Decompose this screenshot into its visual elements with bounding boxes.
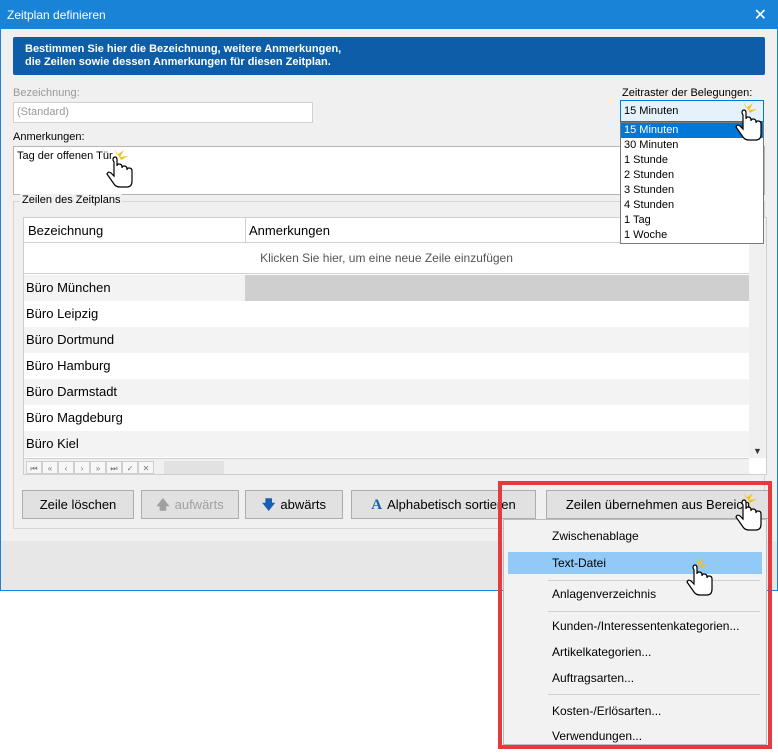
dropdown-option[interactable]: 3 Stunden (621, 183, 763, 198)
menu-item-artikelkategorien[interactable]: Artikelkategorien... (508, 641, 762, 663)
row-bezeichnung: Büro München (26, 280, 111, 295)
table-row[interactable]: Büro Kiel (24, 431, 749, 457)
menu-item-label: Artikelkategorien... (552, 645, 652, 659)
menu-item-label: Auftragsarten... (552, 671, 635, 685)
nav-next-page-icon[interactable]: » (90, 461, 106, 474)
menu-item-anlagenverzeichnis[interactable]: Anlagenverzeichnis (508, 583, 762, 605)
hand-cursor-icon (735, 101, 762, 141)
zeilen-grid: Bezeichnung Anmerkungen Klicken Sie hier… (23, 217, 767, 475)
bezeichnung-value: (Standard) (17, 106, 69, 118)
row-bezeichnung: Büro Kiel (26, 436, 79, 451)
new-row-placeholder[interactable]: Klicken Sie hier, um eine neue Zeile ein… (24, 243, 749, 274)
banner-line-1: Bestimmen Sie hier die Bezeichnung, weit… (25, 43, 342, 55)
zeilen-group-title: Zeilen des Zeitplans (20, 194, 123, 206)
dropdown-option[interactable]: 1 Woche (621, 228, 763, 243)
nav-prev-icon[interactable]: ‹ (58, 461, 74, 474)
close-icon[interactable]: ✕ (754, 5, 767, 25)
menu-separator (548, 580, 760, 581)
row-bezeichnung: Büro Leipzig (26, 306, 99, 321)
menu-item-kosten-erloesarten[interactable]: Kosten-/Erlösarten... (508, 700, 762, 722)
move-down-button[interactable]: 🡇 abwärts (245, 490, 343, 519)
menu-item-label: Text-Datei (552, 556, 607, 570)
menu-separator (548, 611, 760, 612)
arrow-up-icon: 🡅 (156, 497, 170, 512)
move-up-button[interactable]: 🡅 aufwärts (141, 490, 239, 519)
move-down-label: abwärts (280, 497, 326, 512)
menu-item-label: Kunden-/Interessentenkategorien... (552, 619, 740, 633)
column-divider[interactable] (245, 218, 246, 242)
title-bar: Zeitplan definieren ✕ (1, 1, 777, 29)
nav-first-icon[interactable]: ⏮ (26, 461, 42, 474)
dropdown-option[interactable]: 1 Tag (621, 213, 763, 228)
menu-item-label: Kosten-/Erlösarten... (552, 704, 662, 718)
menu-item-auftragsarten[interactable]: Auftragsarten... (508, 667, 762, 689)
dropdown-option[interactable]: 2 Stunden (621, 168, 763, 183)
row-bezeichnung: Büro Dortmund (26, 332, 115, 347)
grid-navigator: ⏮ « ‹ › » ⏭ ✓ ✕ (24, 458, 749, 474)
menu-item-label: Verwendungen... (552, 729, 643, 743)
row-bezeichnung: Büro Darmstadt (26, 384, 118, 399)
anmerkungen-label: Anmerkungen: (13, 131, 85, 143)
dropdown-option[interactable]: 1 Stunde (621, 153, 763, 168)
table-row[interactable]: Büro Leipzig (24, 301, 749, 327)
move-up-label: aufwärts (174, 497, 224, 512)
grid-vertical-scrollbar[interactable]: ▼ (749, 218, 766, 458)
column-header-anmerkungen[interactable]: Anmerkungen (249, 223, 330, 238)
nav-next-icon[interactable]: › (74, 461, 90, 474)
column-header-bezeichnung[interactable]: Bezeichnung (28, 223, 103, 238)
nav-cancel-icon[interactable]: ✕ (138, 461, 154, 474)
table-row[interactable]: Büro München (24, 275, 749, 301)
letter-a-icon: A (371, 497, 383, 513)
arrow-down-icon: 🡇 (262, 497, 276, 512)
menu-separator (548, 694, 760, 695)
menu-item-kundenkategorien[interactable]: Kunden-/Interessentenkategorien... (508, 615, 762, 637)
anmerkungen-value: Tag der offenen Tür (17, 150, 113, 162)
menu-item-text-datei[interactable]: Text-Datei (508, 552, 762, 574)
import-context-menu: Zwischenablage Text-Datei Anlagenverzeic… (503, 519, 767, 745)
hand-cursor-icon (686, 556, 713, 596)
menu-item-zwischenablage[interactable]: Zwischenablage (508, 525, 762, 547)
sort-label: Alphabetisch sortieren (387, 497, 516, 512)
bezeichnung-input: (Standard) (13, 102, 313, 123)
table-row[interactable]: Büro Darmstadt (24, 379, 749, 405)
menu-item-label: Zwischenablage (552, 529, 639, 543)
row-anmerkung-cell-selected[interactable] (245, 275, 749, 301)
menu-item-verwendungen[interactable]: Verwendungen... (508, 725, 762, 747)
delete-row-label: Zeile löschen (39, 497, 117, 512)
banner-line-2: die Zeilen sowie dessen Anmerkungen für … (25, 56, 331, 68)
window-title: Zeitplan definieren (7, 8, 106, 22)
table-row[interactable]: Büro Hamburg (24, 353, 749, 379)
table-row[interactable]: Büro Magdeburg (24, 405, 749, 431)
grid-horizontal-scrollbar[interactable] (164, 461, 224, 474)
hand-cursor-icon (106, 148, 133, 188)
bezeichnung-label: Bezeichnung: (13, 87, 80, 99)
nav-apply-icon[interactable]: ✓ (122, 461, 138, 474)
row-bezeichnung: Büro Hamburg (26, 358, 111, 373)
nav-prev-page-icon[interactable]: « (42, 461, 58, 474)
delete-row-button[interactable]: Zeile löschen (22, 490, 134, 519)
menu-item-label: Anlagenverzeichnis (552, 587, 657, 601)
info-banner: Bestimmen Sie hier die Bezeichnung, weit… (13, 37, 765, 75)
row-bezeichnung: Büro Magdeburg (26, 410, 123, 425)
zeitraster-value: 15 Minuten (624, 105, 679, 117)
table-row[interactable]: Büro Dortmund (24, 327, 749, 353)
dropdown-option[interactable]: 4 Stunden (621, 198, 763, 213)
grid-rows: Büro München Büro Leipzig Büro Dortmund … (24, 275, 749, 457)
scroll-down-arrow-icon[interactable]: ▼ (753, 446, 762, 456)
nav-last-icon[interactable]: ⏭ (106, 461, 122, 474)
hand-cursor-icon (735, 491, 762, 531)
